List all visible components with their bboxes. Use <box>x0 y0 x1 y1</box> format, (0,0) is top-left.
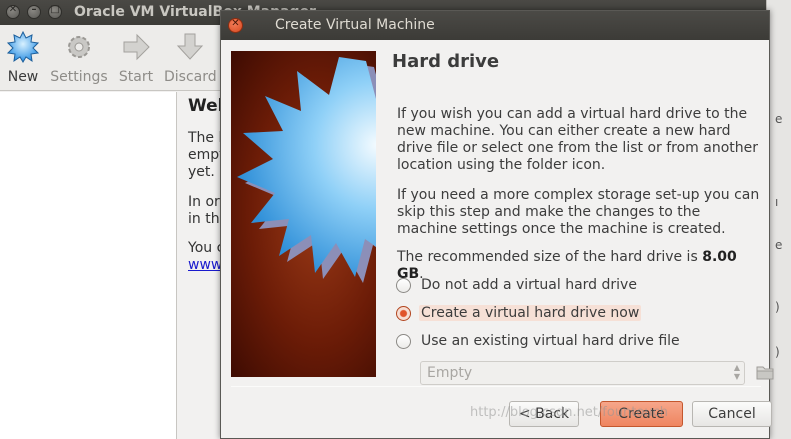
recommended-prefix: The recommended size of the hard drive i… <box>397 249 703 265</box>
description-paragraph-2: If you need a more complex storage set-u… <box>397 187 760 237</box>
dialog-titlebar: ✕ Create Virtual Machine <box>221 11 769 40</box>
discard-button[interactable]: Discard <box>164 31 217 85</box>
button-separator <box>231 386 761 387</box>
create-button[interactable]: Create <box>600 401 683 427</box>
welcome-text: The l <box>188 130 223 146</box>
settings-label: Settings <box>50 69 108 85</box>
vm-list[interactable] <box>0 92 177 439</box>
existing-file-combo[interactable]: Empty ▲ ▼ <box>420 361 745 385</box>
dialog-title: Create Virtual Machine <box>275 17 435 33</box>
welcome-text: You c <box>188 240 225 256</box>
starburst-icon <box>237 57 376 283</box>
folder-browse-icon[interactable] <box>755 362 775 382</box>
main-close-button[interactable]: ✕ <box>6 4 20 19</box>
welcome-link[interactable]: www <box>188 257 222 273</box>
welcome-text: yet. <box>188 164 215 180</box>
start-arrow-icon <box>123 33 150 61</box>
main-minimize-button[interactable]: – <box>27 4 41 19</box>
main-maximize-button[interactable]: □ <box>48 4 62 19</box>
radio-button[interactable] <box>396 334 411 349</box>
wizard-banner-image <box>231 51 376 377</box>
description-paragraph-1: If you wish you can add a virtual hard d… <box>397 106 758 173</box>
option-label: Use an existing virtual hard drive file <box>421 333 680 349</box>
settings-gear-icon <box>68 36 90 58</box>
cancel-button[interactable]: Cancel <box>692 401 772 427</box>
start-button[interactable]: Start <box>117 31 155 85</box>
start-label: Start <box>118 69 154 85</box>
dialog-close-button[interactable]: ✕ <box>228 18 243 33</box>
new-button[interactable]: New <box>4 31 42 85</box>
discard-arrow-icon <box>176 33 204 60</box>
discard-label: Discard <box>164 69 217 85</box>
option-label: Do not add a virtual hard drive <box>421 277 637 293</box>
chevron-updown-icon: ▲ ▼ <box>733 363 740 381</box>
settings-button[interactable]: Settings <box>50 31 108 85</box>
close-icon: ✕ <box>231 18 240 29</box>
combo-value: Empty <box>427 365 473 381</box>
new-icon <box>7 31 39 63</box>
new-label: New <box>7 69 39 85</box>
radio-button-checked[interactable] <box>396 306 411 321</box>
page-title: Hard drive <box>392 51 500 72</box>
back-button[interactable]: < Back <box>509 401 579 427</box>
radio-button[interactable] <box>396 278 411 293</box>
create-vm-dialog: ✕ Create Virtual Machine Hard drive If y… <box>220 10 774 439</box>
option-label: Create a virtual hard drive now <box>419 305 642 321</box>
